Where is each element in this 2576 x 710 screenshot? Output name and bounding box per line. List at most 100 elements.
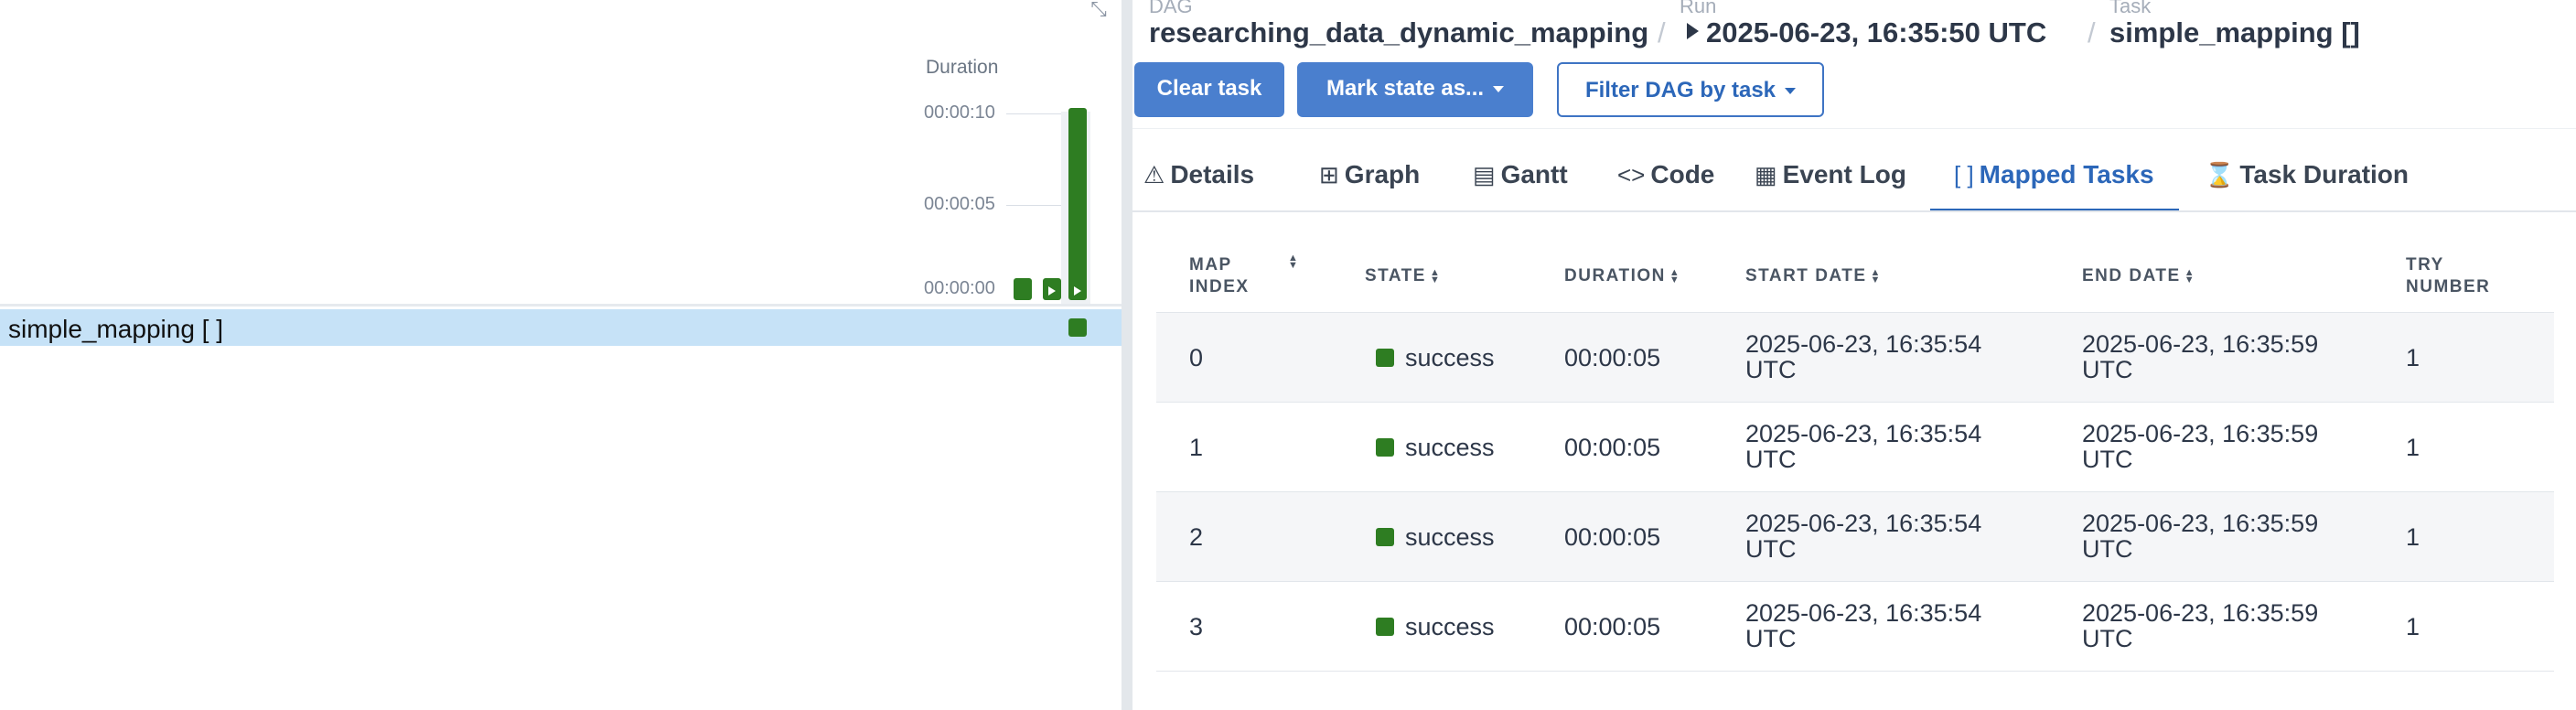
chevron-down-icon (1493, 86, 1505, 92)
breadcrumb-task-value: simple_mapping [] (2109, 16, 2360, 48)
sort-icon: ▲ ▼ (1669, 266, 1681, 285)
tab-label: Code (1650, 160, 1715, 188)
breadcrumb-run-value: 2025-06-23, 16:35:50 UTC (1706, 16, 2047, 48)
date-text: 2025-06-23, 16:35:59 (2082, 510, 2319, 537)
task-row-simple-mapping[interactable]: simple_mapping [ ] (0, 309, 1122, 346)
details-panel: DAG researching_data_dynamic_mapping / R… (1132, 0, 2576, 710)
play-icon (1074, 285, 1081, 296)
success-status-icon (1376, 438, 1394, 457)
column-header-try-number[interactable]: TRY NUMBER (2406, 254, 2490, 298)
cell-try-number: 1 (2406, 344, 2420, 371)
brackets-icon: [ ] (1954, 161, 1974, 188)
date-text: 2025-06-23, 16:35:54 (1745, 420, 1982, 447)
cell-end-date: 2025-06-23, 16:35:59 UTC (2082, 600, 2375, 651)
tab-bar-underline (1132, 210, 2576, 212)
cell-end-date: 2025-06-23, 16:35:59 UTC (2082, 421, 2375, 472)
hourglass-icon: ⌛ (2205, 161, 2235, 188)
cell-try-number: 1 (2406, 434, 2420, 461)
date-text: 2025-06-23, 16:35:54 (1745, 510, 1982, 537)
tab-mapped-tasks[interactable]: [ ] Mapped Tasks (1930, 146, 2179, 212)
breadcrumb-separator: / (1658, 16, 1666, 48)
cell-duration: 00:00:05 (1564, 434, 1661, 461)
gantt-icon: ▤ (1473, 161, 1496, 188)
table-row[interactable]: 1 success 00:00:05 2025-06-23, 16:35:54 U… (1156, 403, 2554, 492)
column-header-end-date[interactable]: END DATE ▲ ▼ (2082, 265, 2195, 287)
date-text: 2025-06-23, 16:35:54 (1745, 599, 1982, 627)
tab-details[interactable]: ⚠ Details (1134, 146, 1263, 212)
breadcrumb-separator: / (2088, 16, 2096, 48)
header-text: NUMBER (2406, 277, 2491, 296)
timezone-text: UTC (1745, 625, 1797, 652)
date-text: 2025-06-23, 16:35:59 (2082, 330, 2319, 358)
cell-duration: 00:00:05 (1564, 523, 1661, 551)
column-header-map-index[interactable]: MAP INDEX (1189, 254, 1250, 298)
tab-graph[interactable]: ⊞ Graph (1310, 146, 1429, 212)
header-text: START DATE (1745, 266, 1867, 285)
chart-baseline (0, 304, 1122, 307)
graph-icon: ⊞ (1319, 161, 1339, 188)
cell-map-index: 2 (1189, 523, 1204, 551)
table-row[interactable]: 0 success 00:00:05 2025-06-23, 16:35:54 U… (1156, 313, 2554, 403)
success-status-icon (1376, 528, 1394, 546)
play-icon (1048, 285, 1056, 296)
mark-state-button[interactable]: Mark state as... (1297, 62, 1533, 117)
mark-state-label: Mark state as... (1326, 76, 1485, 101)
tab-task-duration[interactable]: ⌛ Task Duration (2195, 146, 2418, 212)
collapse-icon[interactable]: ⤡ (1085, 0, 1112, 20)
sort-icon: ▲ ▼ (2184, 266, 2196, 285)
header-text: TRY (2406, 255, 2444, 274)
table-row[interactable]: 3 success 00:00:05 2025-06-23, 16:35:54 U… (1156, 582, 2554, 672)
filter-dag-button[interactable]: Filter DAG by task (1557, 62, 1824, 117)
breadcrumb-task-caption: Task (2109, 0, 2152, 17)
header-divider (1132, 128, 2576, 129)
cell-start-date: 2025-06-23, 16:35:54 UTC (1745, 600, 2038, 651)
timezone-text: UTC (2082, 535, 2133, 563)
tab-label: Gantt (1500, 160, 1568, 188)
tab-event-log[interactable]: ▦ Event Log (1745, 146, 1916, 212)
cell-map-index: 1 (1189, 434, 1204, 461)
column-header-duration[interactable]: DURATION ▲ ▼ (1564, 265, 1680, 287)
run-play-icon (1687, 23, 1699, 39)
tab-bar: ⚠ Details ⊞ Graph ▤ Gantt <> Code ▦ Event Log… (1132, 146, 2576, 212)
table-header: MAP INDEX ▲ ▼ STATE ▲ ▼ DURATION ▲ ▼ START DAT… (1156, 240, 2554, 313)
duration-bar[interactable] (1043, 277, 1061, 300)
header-text: DURATION (1564, 266, 1666, 285)
success-status-icon (1376, 349, 1394, 367)
state-label: success (1405, 434, 1495, 461)
header-text: END DATE (2082, 266, 2181, 285)
state-label: success (1405, 613, 1495, 640)
task-instance-status-square[interactable] (1068, 318, 1087, 337)
clear-task-button[interactable]: Clear task (1134, 62, 1284, 117)
duration-bar[interactable] (1014, 277, 1032, 300)
clear-task-label: Clear task (1156, 76, 1262, 101)
timezone-text: UTC (2082, 625, 2133, 652)
success-status-icon (1376, 618, 1394, 636)
tab-code[interactable]: <> Code (1608, 146, 1723, 212)
cell-map-index: 3 (1189, 613, 1204, 640)
sort-icon[interactable]: ▲ ▼ (1288, 253, 1298, 271)
calendar-icon: ▦ (1755, 161, 1777, 188)
cell-try-number: 1 (2406, 523, 2420, 551)
date-text: 2025-06-23, 16:35:59 (2082, 599, 2319, 627)
column-header-state[interactable]: STATE ▲ ▼ (1365, 265, 1441, 287)
cell-duration: 00:00:05 (1564, 344, 1661, 371)
state-label: success (1405, 523, 1495, 551)
code-icon: <> (1617, 161, 1646, 188)
header-text: STATE (1365, 266, 1426, 285)
table-row[interactable]: 2 success 00:00:05 2025-06-23, 16:35:54 U… (1156, 492, 2554, 582)
cell-duration: 00:00:05 (1564, 613, 1661, 640)
duration-bar[interactable] (1068, 107, 1087, 300)
breadcrumb-dag-link[interactable]: researching_data_dynamic_mapping (1149, 16, 1648, 49)
date-text: 2025-06-23, 16:35:59 (2082, 420, 2319, 447)
panel-resize-handle[interactable] (1122, 0, 1132, 710)
tab-gantt[interactable]: ▤ Gantt (1464, 146, 1577, 212)
column-header-start-date[interactable]: START DATE ▲ ▼ (1745, 265, 1882, 287)
breadcrumb-run-caption: Run (1680, 0, 1717, 17)
mapped-tasks-table: MAP INDEX ▲ ▼ STATE ▲ ▼ DURATION ▲ ▼ START DAT… (1156, 240, 2554, 672)
breadcrumb-run-link[interactable]: 2025-06-23, 16:35:50 UTC (1687, 16, 2046, 49)
sort-icon: ▲ ▼ (1870, 266, 1882, 285)
timezone-text: UTC (2082, 446, 2133, 473)
state-label: success (1405, 344, 1495, 371)
grid-panel: ⤡ Duration 00:00:10 00:00:05 00:00:00 si… (0, 0, 1122, 710)
header-text: MAP (1189, 255, 1232, 274)
